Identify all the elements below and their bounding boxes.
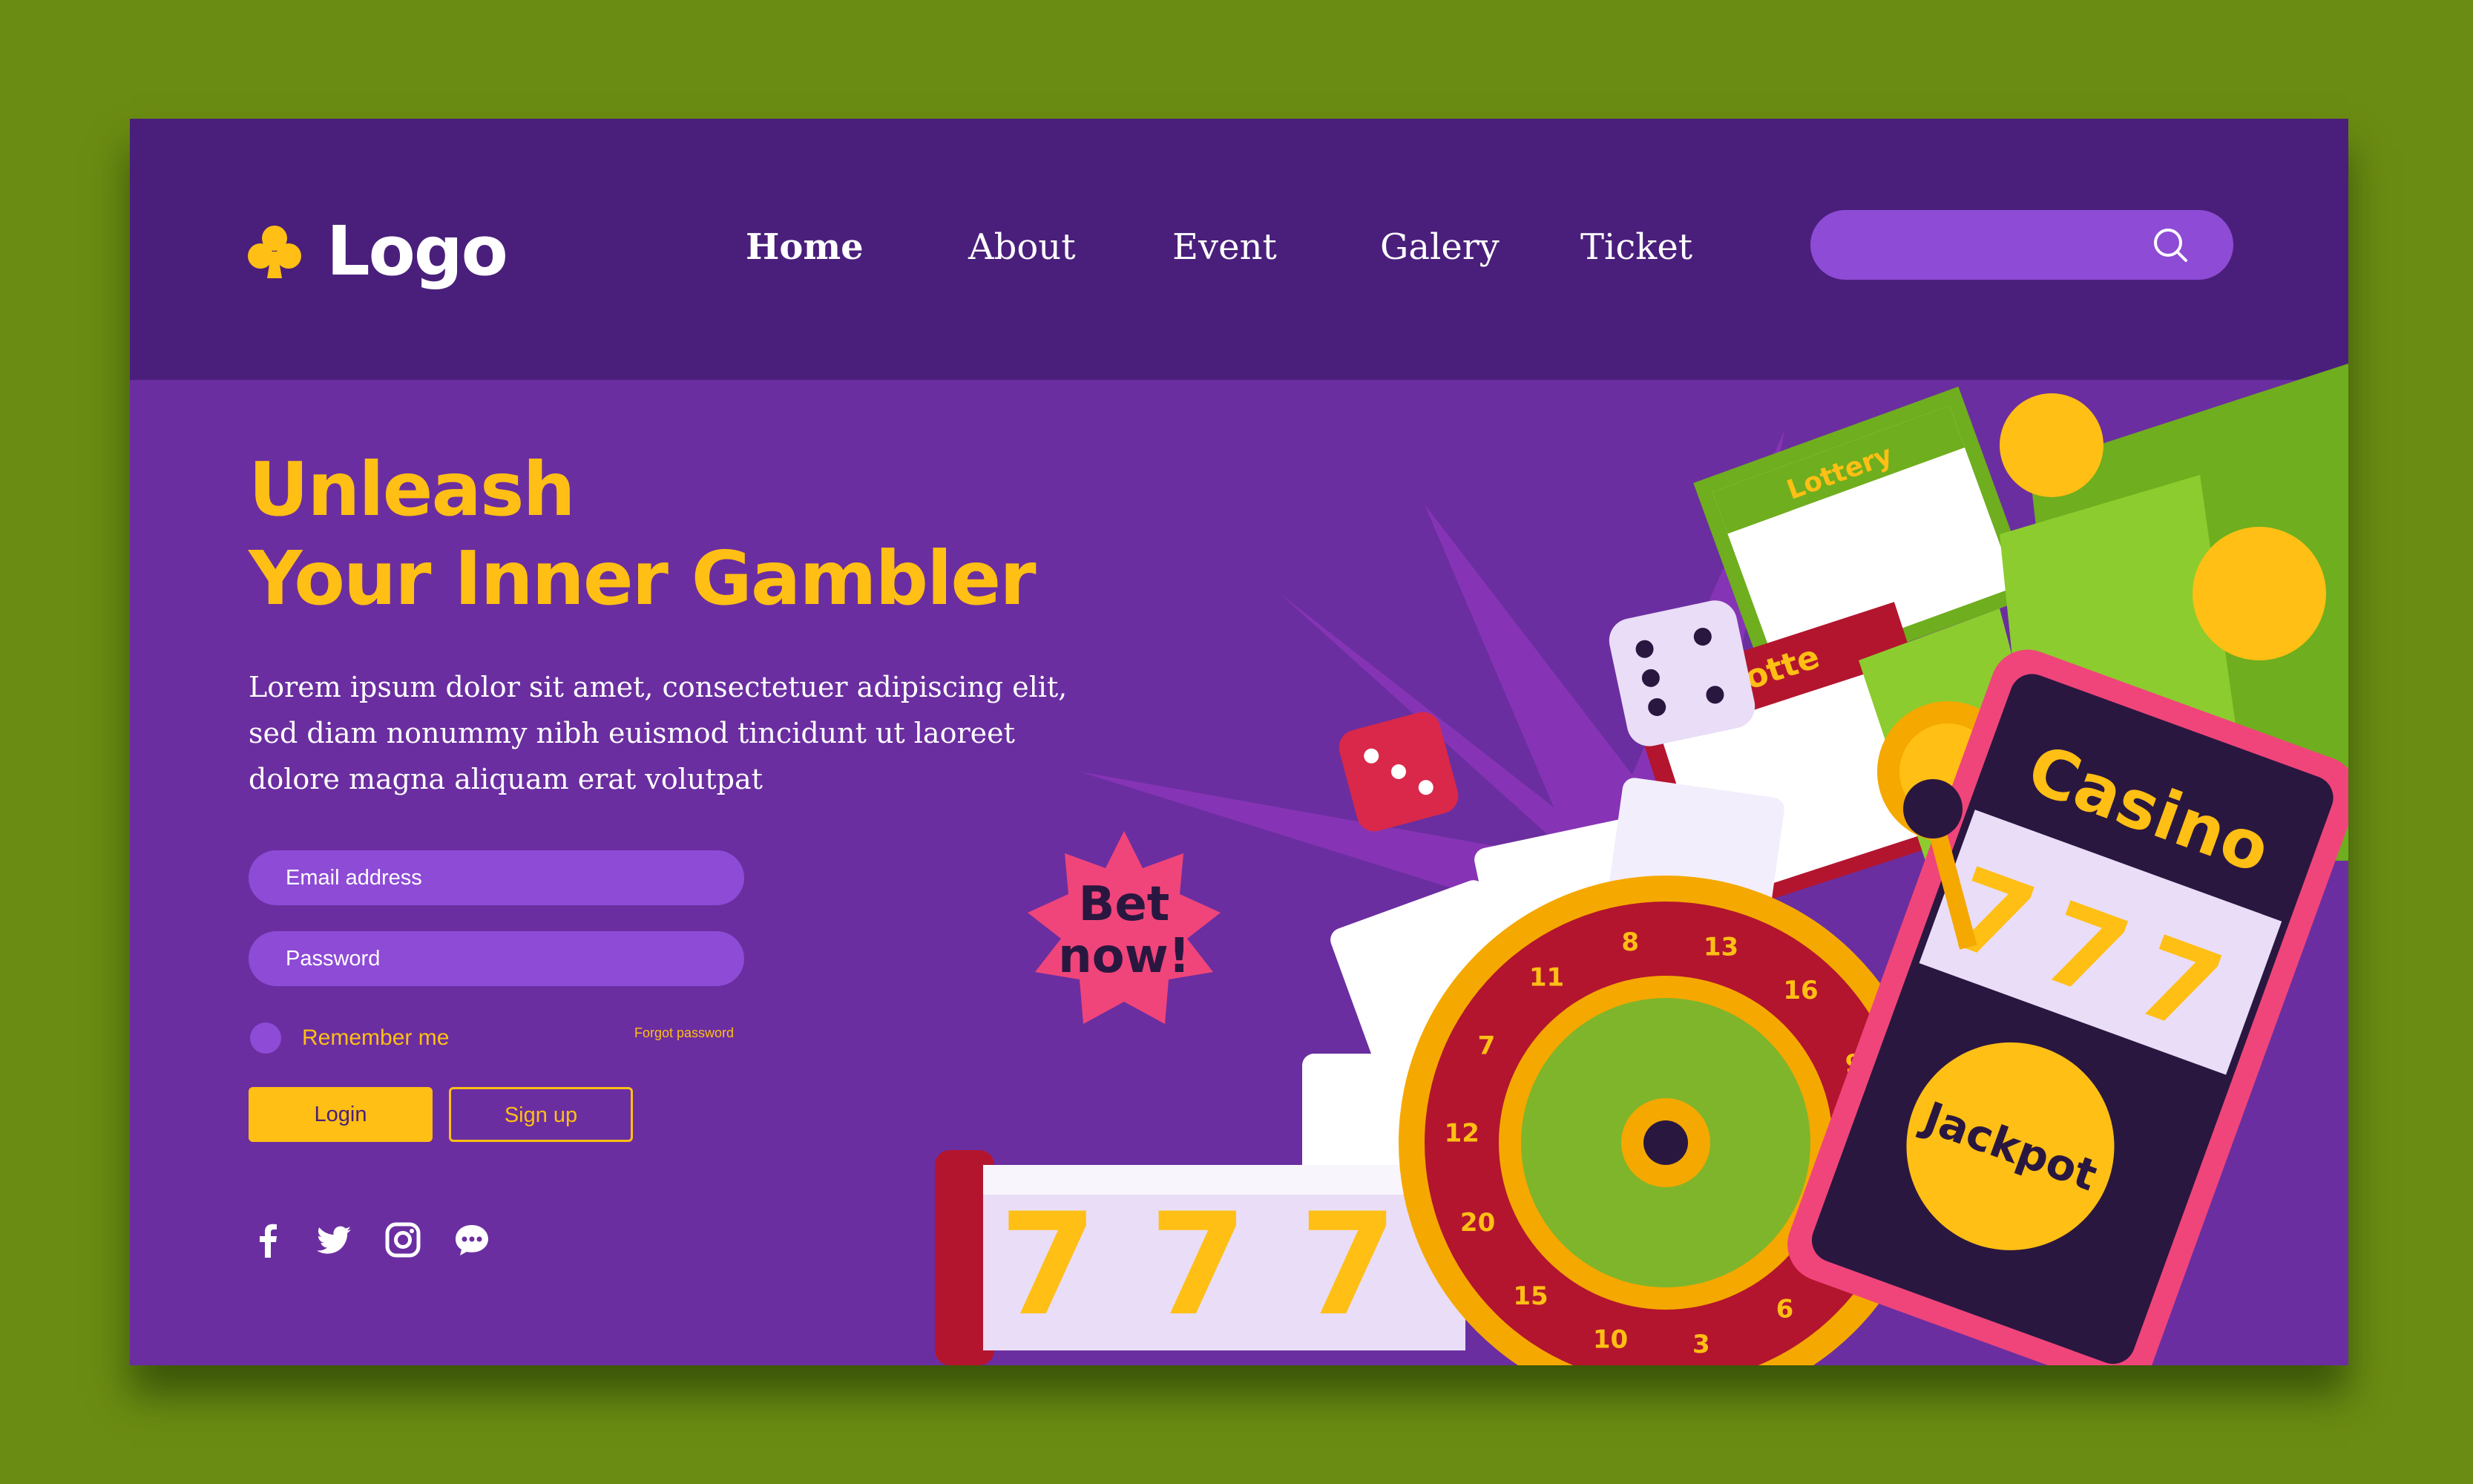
hero-title-line1: Unleash: [249, 446, 576, 533]
roulette-number: 6: [1776, 1294, 1794, 1324]
roulette-number: 10: [1593, 1325, 1628, 1355]
remember-me-radio[interactable]: [250, 1022, 281, 1054]
roulette-number: 7: [1478, 1031, 1496, 1061]
email-placeholder: Email address: [286, 866, 422, 890]
slot-left-text: 777: [999, 1183, 1450, 1347]
dice-white: [1609, 600, 1756, 746]
roulette-number: 20: [1460, 1208, 1495, 1238]
badge-line1: Bet: [1079, 877, 1170, 932]
roulette-number: 8: [1621, 928, 1639, 957]
chat-icon[interactable]: [453, 1221, 491, 1259]
landing-page: Logo Home About Event Galery Ticket Lott…: [130, 119, 2348, 1365]
forgot-password-link[interactable]: Forgot password: [634, 1025, 734, 1041]
roulette-number: 15: [1513, 1281, 1548, 1311]
roulette-number: 13: [1704, 932, 1738, 962]
password-placeholder: Password: [286, 947, 381, 971]
remember-me[interactable]: Remember me: [250, 1022, 449, 1054]
login-button[interactable]: Login: [249, 1087, 433, 1142]
hero-title: Unleash Your Inner Gambler: [249, 445, 1037, 623]
hero-title-line2: Your Inner Gambler: [249, 535, 1037, 622]
password-field[interactable]: Password: [249, 931, 744, 986]
facebook-icon[interactable]: [249, 1221, 287, 1259]
signup-button[interactable]: Sign up: [449, 1087, 633, 1142]
roulette-number: 16: [1783, 976, 1818, 1005]
email-field[interactable]: Email address: [249, 850, 744, 905]
hero-description-line2: sed diam nonummy nibh euismod tincidunt …: [249, 717, 1015, 749]
bet-now-badge: Bet now!: [1028, 831, 1221, 1024]
roulette-number: 3: [1692, 1330, 1710, 1359]
twitter-icon[interactable]: [315, 1221, 354, 1259]
instagram-icon[interactable]: [384, 1221, 422, 1259]
slot-reel-left: 777: [935, 1150, 1465, 1365]
hero-description-line3: dolore magna aliquam erat volutpat: [249, 763, 763, 795]
badge-line2: now!: [1058, 929, 1190, 984]
remember-me-label: Remember me: [302, 1025, 450, 1050]
roulette-number: 12: [1445, 1118, 1479, 1148]
roulette-number: 11: [1529, 963, 1564, 993]
hero-description-line1: Lorem ipsum dolor sit amet, consectetuer…: [249, 671, 1068, 703]
hero-description: Lorem ipsum dolor sit amet, consectetuer…: [249, 664, 1102, 802]
